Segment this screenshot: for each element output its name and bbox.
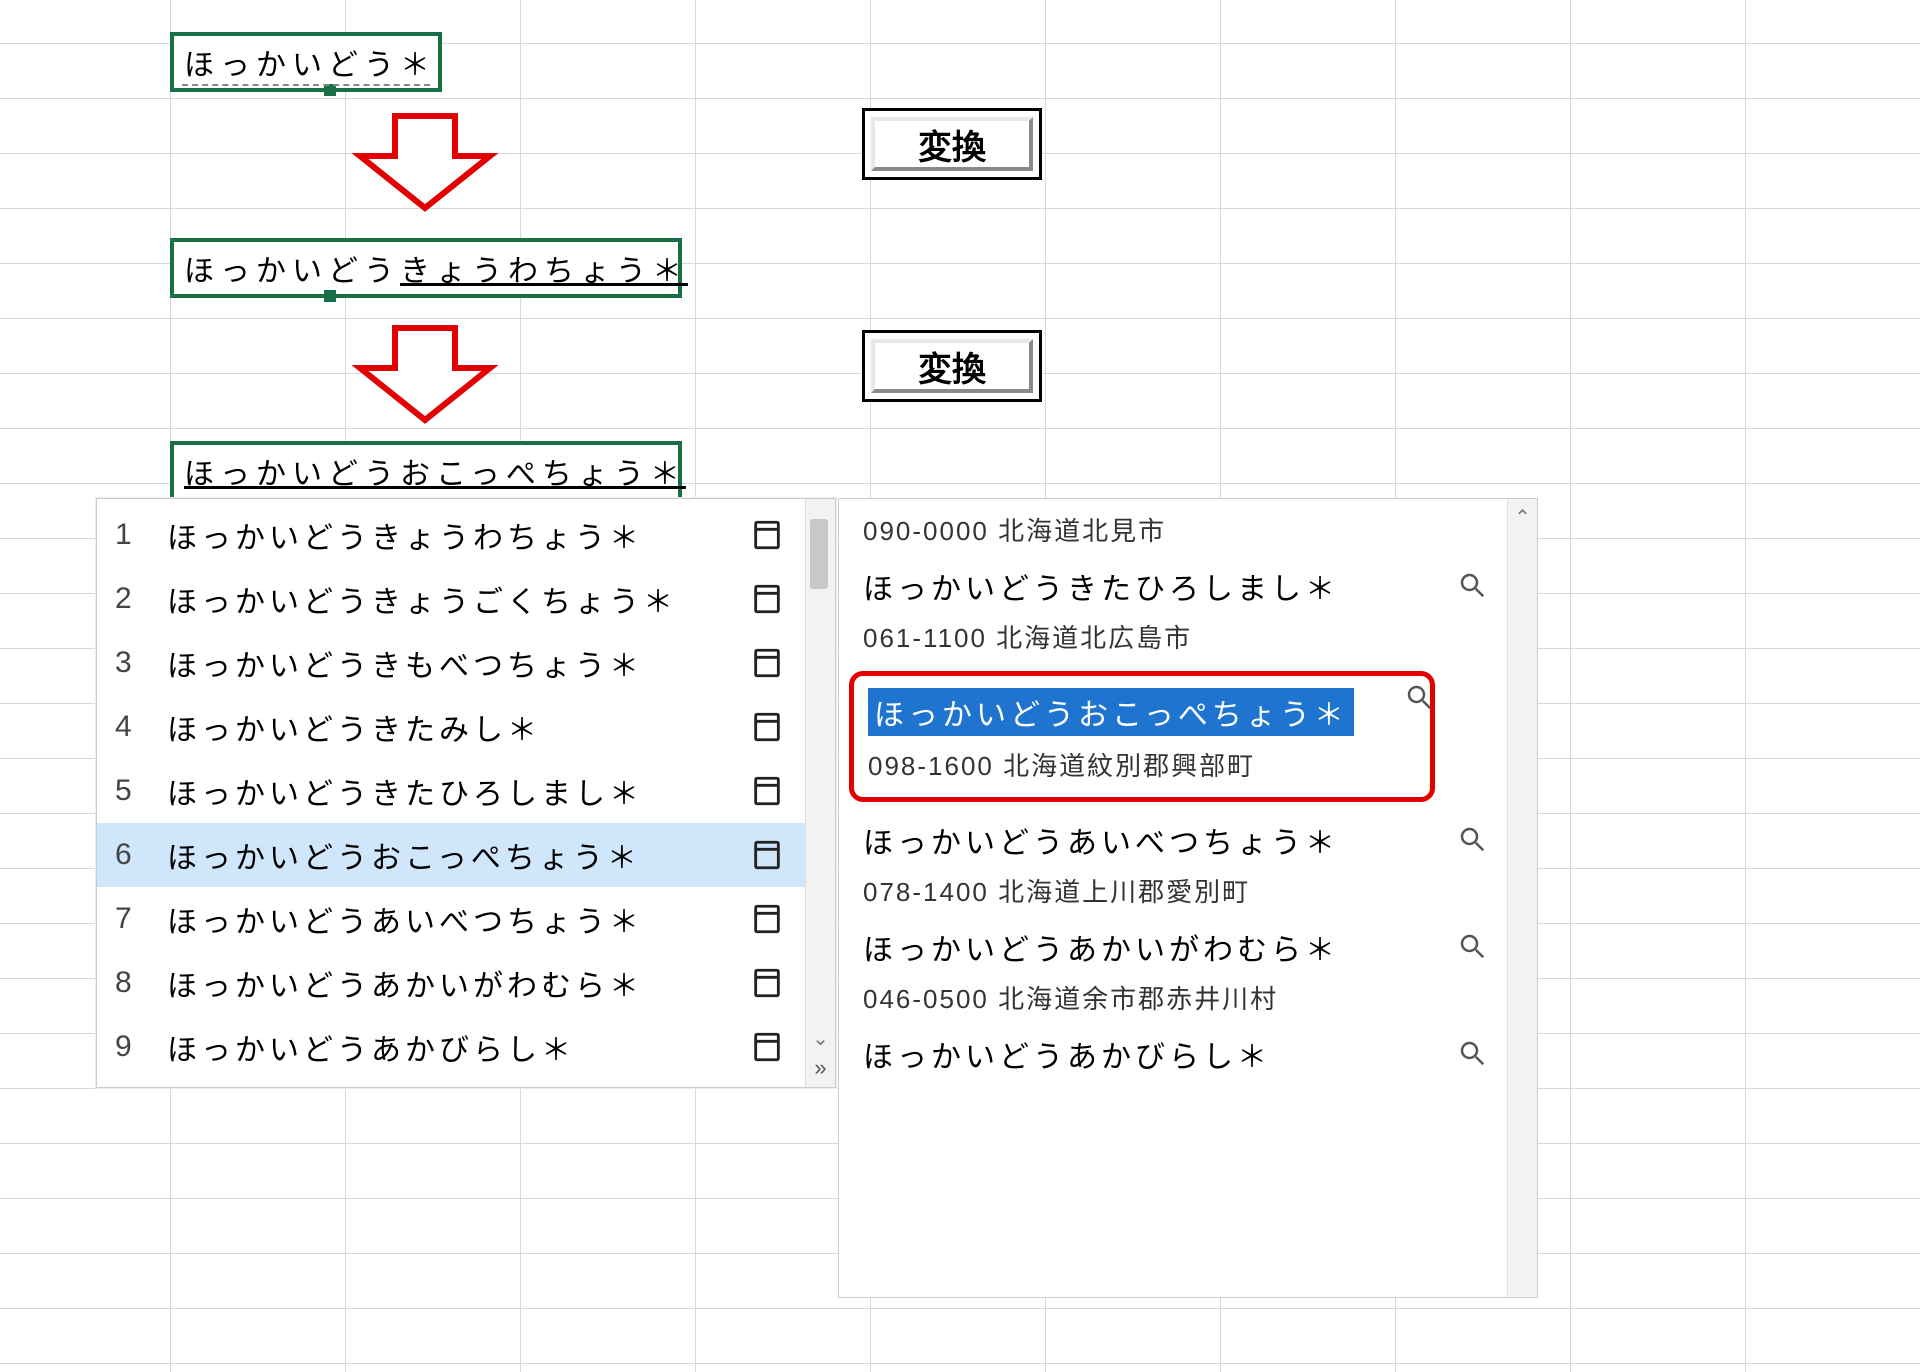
candidate-text: ほっかいどうおこっぺちょう＊ [167, 833, 747, 877]
candidate-number: 9 [115, 1030, 167, 1064]
scrollbar[interactable]: ⌄ » [805, 499, 835, 1087]
candidate-number: 6 [115, 838, 167, 872]
detail-item[interactable]: ほっかいどうあいべつちょう＊ 078-1400 北海道上川郡愛別町 [863, 818, 1483, 909]
detail-item[interactable]: 090-0000 北海道北見市 [863, 511, 1483, 548]
candidate-number: 5 [115, 774, 167, 808]
candidate-text: ほっかいどうきたひろしまし＊ [167, 769, 747, 813]
ime-candidate-list: 1ほっかいどうきょうわちょう＊2ほっかいどうきょうごくちょう＊3ほっかいどうきも… [96, 498, 836, 1088]
candidate-row[interactable]: 1ほっかいどうきょうわちょう＊ [97, 503, 805, 567]
search-icon[interactable] [1457, 824, 1487, 859]
dictionary-icon[interactable] [747, 646, 787, 680]
ime-cell-1[interactable]: ほっかいどう＊ [170, 32, 442, 92]
detail-item[interactable]: ほっかいどうきたひろしまし＊ 061-1100 北海道北広島市 [863, 564, 1483, 655]
candidate-number: 7 [115, 902, 167, 936]
detail-address: 061-1100 北海道北広島市 [863, 618, 1483, 655]
candidate-number: 4 [115, 710, 167, 744]
candidate-row[interactable]: 2ほっかいどうきょうごくちょう＊ [97, 567, 805, 631]
fill-handle[interactable] [324, 84, 336, 96]
candidate-text: ほっかいどうあかびらし＊ [167, 1025, 747, 1069]
candidate-row[interactable]: 3ほっかいどうきもべつちょう＊ [97, 631, 805, 695]
scroll-down-icon[interactable]: ⌄ [806, 1026, 835, 1051]
candidate-text: ほっかいどうあかいがわむら＊ [167, 961, 747, 1005]
detail-address: 090-0000 北海道北見市 [863, 511, 1483, 548]
detail-reading: ほっかいどうあかびらし＊ [863, 1032, 1271, 1076]
candidate-row[interactable]: 7ほっかいどうあいべつちょう＊ [97, 887, 805, 951]
search-icon[interactable] [1404, 682, 1434, 717]
candidate-number: 2 [115, 582, 167, 616]
ime-detail-panel: 090-0000 北海道北見市ほっかいどうきたひろしまし＊ 061-1100 北海… [838, 498, 1538, 1298]
search-icon[interactable] [1457, 1038, 1487, 1073]
dictionary-icon[interactable] [747, 966, 787, 1000]
detail-address: 078-1400 北海道上川郡愛別町 [863, 872, 1483, 909]
candidate-number: 3 [115, 646, 167, 680]
ime-cell-3[interactable]: ほっかいどうおこっぺちょう＊ [170, 441, 682, 501]
fill-handle[interactable] [324, 290, 336, 302]
candidate-text: ほっかいどうきもべつちょう＊ [167, 641, 747, 685]
scrollbar[interactable]: ⌃ [1507, 499, 1537, 1297]
henkan-key-button[interactable]: 変換 [862, 108, 1042, 180]
candidate-text: ほっかいどうきょうわちょう＊ [167, 513, 747, 557]
down-arrow-icon [350, 108, 500, 218]
candidate-row[interactable]: 4ほっかいどうきたみし＊ [97, 695, 805, 759]
search-icon[interactable] [1457, 931, 1487, 966]
detail-address: 098-1600 北海道紋別郡興部町 [868, 746, 1416, 783]
candidate-number: 1 [115, 518, 167, 552]
dictionary-icon[interactable] [747, 582, 787, 616]
detail-item-highlighted[interactable]: ほっかいどうおこっぺちょう＊ 098-1600 北海道紋別郡興部町 [849, 671, 1435, 802]
candidate-text: ほっかいどうきたみし＊ [167, 705, 747, 749]
dictionary-icon[interactable] [747, 710, 787, 744]
dictionary-icon[interactable] [747, 774, 787, 808]
candidate-text: ほっかいどうきょうごくちょう＊ [167, 577, 747, 621]
henkan-key-button[interactable]: 変換 [862, 330, 1042, 402]
detail-item[interactable]: ほっかいどうあかびらし＊ [863, 1032, 1483, 1076]
detail-address: 046-0500 北海道余市郡赤井川村 [863, 979, 1483, 1016]
detail-item[interactable]: ほっかいどうあかいがわむら＊ 046-0500 北海道余市郡赤井川村 [863, 925, 1483, 1016]
detail-reading: ほっかいどうおこっぺちょう＊ [868, 688, 1354, 736]
search-icon[interactable] [1457, 570, 1487, 605]
ime-text-plain: ほっかいどう [184, 255, 400, 288]
detail-reading: ほっかいどうあいべつちょう＊ [863, 818, 1339, 862]
dictionary-icon[interactable] [747, 838, 787, 872]
candidate-row[interactable]: 8ほっかいどうあかいがわむら＊ [97, 951, 805, 1015]
detail-reading: ほっかいどうあかいがわむら＊ [863, 925, 1339, 969]
candidate-text: ほっかいどうあいべつちょう＊ [167, 897, 747, 941]
dictionary-icon[interactable] [747, 902, 787, 936]
scrollbar-thumb[interactable] [810, 519, 828, 589]
candidate-number: 8 [115, 966, 167, 1000]
ime-text: ほっかいどう＊ [184, 49, 436, 82]
down-arrow-icon [350, 320, 500, 430]
detail-reading: ほっかいどうきたひろしまし＊ [863, 564, 1339, 608]
ime-text: ほっかいどうおこっぺちょう＊ [184, 458, 686, 491]
ime-text-converting: きょうわちょう＊ [400, 255, 688, 288]
ime-cell-2[interactable]: ほっかいどうきょうわちょう＊ [170, 238, 682, 298]
candidate-row[interactable]: 5ほっかいどうきたひろしまし＊ [97, 759, 805, 823]
dictionary-icon[interactable] [747, 518, 787, 552]
key-label: 変換 [918, 342, 986, 391]
candidate-row[interactable]: 9ほっかいどうあかびらし＊ [97, 1015, 805, 1079]
expand-icon[interactable]: » [806, 1055, 835, 1081]
dictionary-icon[interactable] [747, 1030, 787, 1064]
candidate-row[interactable]: 6ほっかいどうおこっぺちょう＊ [97, 823, 805, 887]
scroll-up-icon[interactable]: ⌃ [1508, 505, 1537, 530]
key-label: 変換 [918, 120, 986, 169]
